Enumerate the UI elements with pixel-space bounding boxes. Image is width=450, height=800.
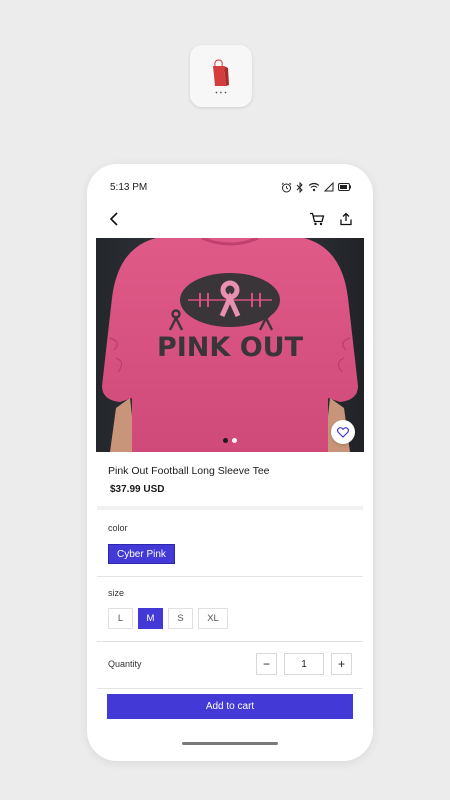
status-bar: 5:13 PM: [87, 164, 373, 210]
shopping-bag-icon: [213, 58, 229, 86]
app-icon: ✦ ✦ ✦: [190, 45, 252, 107]
carousel-dot[interactable]: [232, 438, 237, 443]
alarm-icon: [281, 182, 292, 192]
quantity-label: Quantity: [108, 659, 142, 669]
carousel-dot-active[interactable]: [223, 438, 228, 443]
shirt-print-text: PINK OUT: [157, 332, 304, 363]
size-option-s[interactable]: S: [168, 608, 193, 629]
bluetooth-icon: [296, 181, 303, 193]
signal-icon: [324, 182, 334, 192]
share-icon[interactable]: [339, 212, 353, 226]
status-time: 5:13 PM: [110, 181, 148, 193]
top-nav-bar: [87, 206, 373, 232]
color-label: color: [108, 523, 128, 533]
back-arrow-icon[interactable]: [109, 212, 121, 226]
product-image-carousel[interactable]: PINK OUT: [96, 238, 364, 452]
quantity-decrease-button[interactable]: −: [256, 653, 277, 675]
wishlist-button[interactable]: [331, 420, 355, 444]
product-title: Pink Out Football Long Sleeve Tee: [108, 465, 270, 477]
app-icon-brand: ✦ ✦ ✦: [214, 89, 228, 95]
heart-icon: [337, 426, 349, 438]
status-icons: [281, 181, 351, 193]
divider: [97, 506, 363, 510]
size-option-m[interactable]: M: [138, 608, 163, 629]
nav-actions: [309, 212, 353, 226]
size-options: L M S XL: [108, 608, 228, 629]
quantity-stepper: − 1 +: [256, 653, 352, 675]
divider: [97, 641, 363, 642]
product-price: $37.99 USD: [110, 484, 165, 495]
divider: [97, 576, 363, 577]
phone-screen: 5:13 PM PINK OUT Pink Out Football Long …: [87, 164, 373, 761]
size-label: size: [108, 588, 125, 598]
add-to-cart-button[interactable]: Add to cart: [107, 694, 353, 719]
quantity-input[interactable]: 1: [284, 653, 324, 675]
quantity-increase-button[interactable]: +: [331, 653, 352, 675]
carousel-dots: [96, 438, 364, 443]
size-option-xl[interactable]: XL: [198, 608, 228, 629]
home-indicator[interactable]: [182, 742, 278, 745]
divider: [97, 688, 363, 689]
color-option-selected[interactable]: Cyber Pink: [108, 544, 175, 564]
size-option-l[interactable]: L: [108, 608, 133, 629]
cart-icon[interactable]: [309, 212, 325, 226]
battery-icon: [338, 183, 351, 191]
wifi-icon: [308, 182, 320, 192]
product-photo: PINK OUT: [96, 238, 364, 452]
